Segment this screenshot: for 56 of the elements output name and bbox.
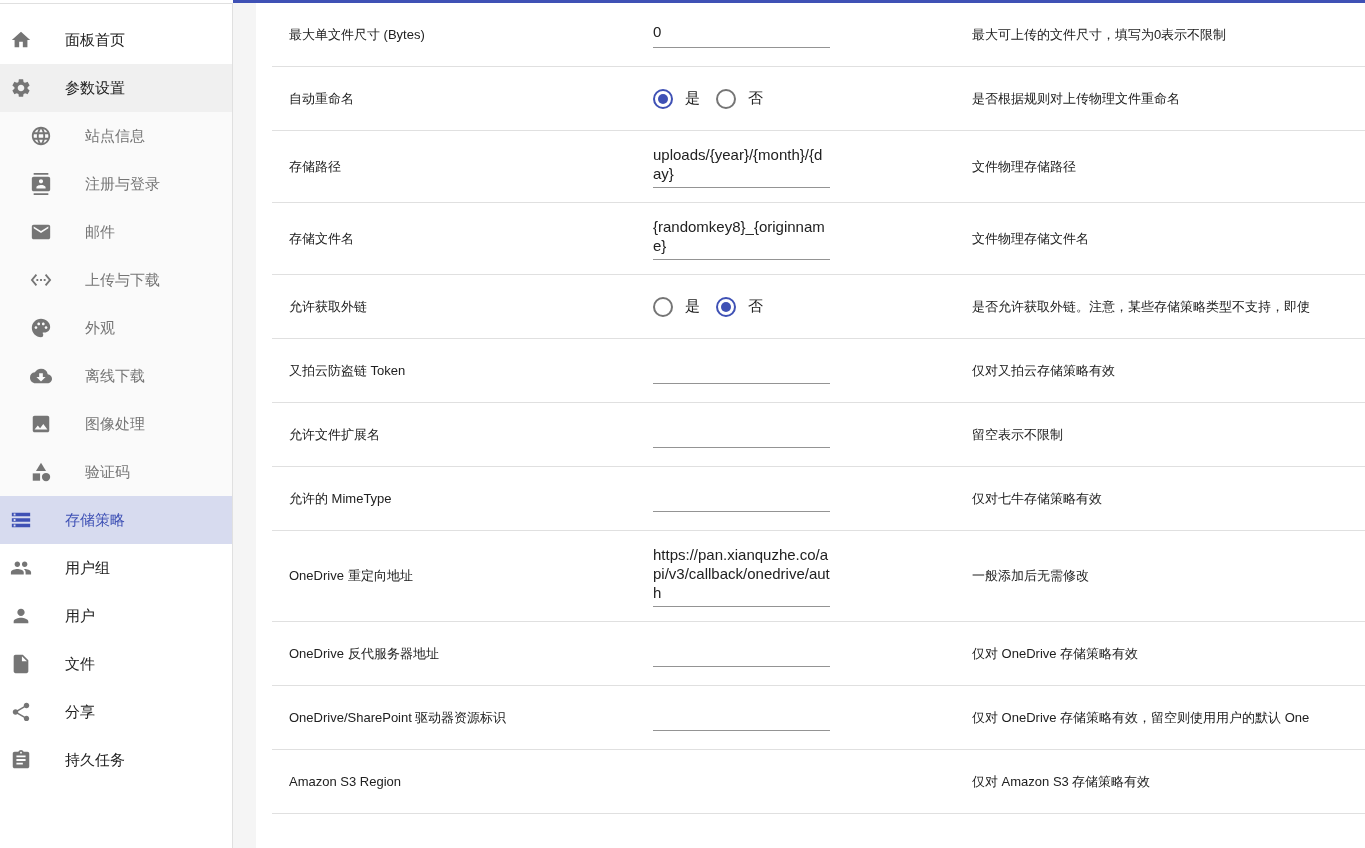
- setting-description: 是否允许获取外链。注意，某些存储策略类型不支持，即使: [972, 297, 1310, 316]
- sidebar-item[interactable]: 分享: [0, 688, 232, 736]
- radio-option[interactable]: 否: [716, 87, 763, 110]
- radio-option[interactable]: 是: [653, 295, 700, 318]
- sidebar-item[interactable]: 站点信息: [0, 112, 232, 160]
- setting-label: 存储路径: [288, 157, 342, 176]
- input-field[interactable]: 0: [653, 21, 830, 48]
- sidebar-item[interactable]: 存储策略: [0, 496, 232, 544]
- setting-description: 文件物理存储文件名: [972, 229, 1089, 248]
- sidebar-item[interactable]: 验证码: [0, 448, 232, 496]
- setting-label: 自动重命名: [288, 89, 355, 108]
- image-icon: [30, 413, 52, 435]
- radio-option[interactable]: 是: [653, 87, 700, 110]
- sidebar-item[interactable]: 外观: [0, 304, 232, 352]
- shapes-icon: [30, 461, 52, 483]
- sidebar-item[interactable]: 文件: [0, 640, 232, 688]
- setting-label: Amazon S3 Region: [288, 772, 402, 791]
- sidebar-item[interactable]: 持久任务: [0, 736, 232, 784]
- setting-label: OneDrive/SharePoint 驱动器资源标识: [288, 708, 508, 727]
- clipboard-icon: [10, 749, 32, 771]
- sidebar-item[interactable]: 注册与登录: [0, 160, 232, 208]
- setting-label: 又拍云防盗链 Token: [288, 361, 407, 380]
- setting-label: 允许文件扩展名: [288, 425, 381, 444]
- setting-description: 仅对七牛存储策略有效: [972, 489, 1102, 508]
- input-field[interactable]: uploads/{year}/{month}/{day}: [653, 145, 830, 188]
- palette-icon: [30, 317, 52, 339]
- share-icon: [10, 701, 32, 723]
- sidebar-item[interactable]: 参数设置: [0, 64, 232, 112]
- setting-description: 仅对 OneDrive 存储策略有效: [972, 644, 1139, 663]
- sidebar-item[interactable]: 面板首页: [0, 16, 232, 64]
- setting-label: OneDrive 重定向地址: [288, 567, 414, 586]
- setting-description: 仅对 Amazon S3 存储策略有效: [972, 772, 1151, 791]
- sidebar-item[interactable]: 用户: [0, 592, 232, 640]
- sidebar-item[interactable]: 离线下载: [0, 352, 232, 400]
- sidebar-item[interactable]: 邮件: [0, 208, 232, 256]
- input-field[interactable]: https://pan.xianquzhe.co/api/v3/callback/onedrive/auth: [653, 545, 830, 607]
- setting-label: 允许获取外链: [288, 297, 368, 316]
- sidebar-item[interactable]: 用户组: [0, 544, 232, 592]
- radio-option[interactable]: 否: [716, 295, 763, 318]
- setting-description: 仅对又拍云存储策略有效: [972, 361, 1115, 380]
- setting-label: 允许的 MimeType: [288, 489, 393, 508]
- gear-icon: [10, 77, 32, 99]
- setting-description: 一般添加后无需修改: [972, 567, 1089, 586]
- sidebar-item[interactable]: 图像处理: [0, 400, 232, 448]
- setting-description: 文件物理存储路径: [972, 157, 1076, 176]
- setting-label: OneDrive 反代服务器地址: [288, 644, 440, 663]
- setting-label: 最大单文件尺寸 (Bytes): [288, 25, 426, 44]
- setting-label: 存储文件名: [288, 229, 355, 248]
- sidebar-item[interactable]: 上传与下载: [0, 256, 232, 304]
- setting-description: 仅对 OneDrive 存储策略有效，留空则使用用户的默认 One: [972, 708, 1310, 727]
- setting-description: 留空表示不限制: [972, 425, 1063, 444]
- input-field[interactable]: {randomkey8}_{originname}: [653, 217, 830, 260]
- setting-description: 最大可上传的文件尺寸，填写为0表示不限制: [972, 25, 1227, 44]
- globe-icon: [30, 125, 52, 147]
- setting-description: 是否根据规则对上传物理文件重命名: [972, 89, 1180, 108]
- contact-card-icon: [30, 173, 52, 195]
